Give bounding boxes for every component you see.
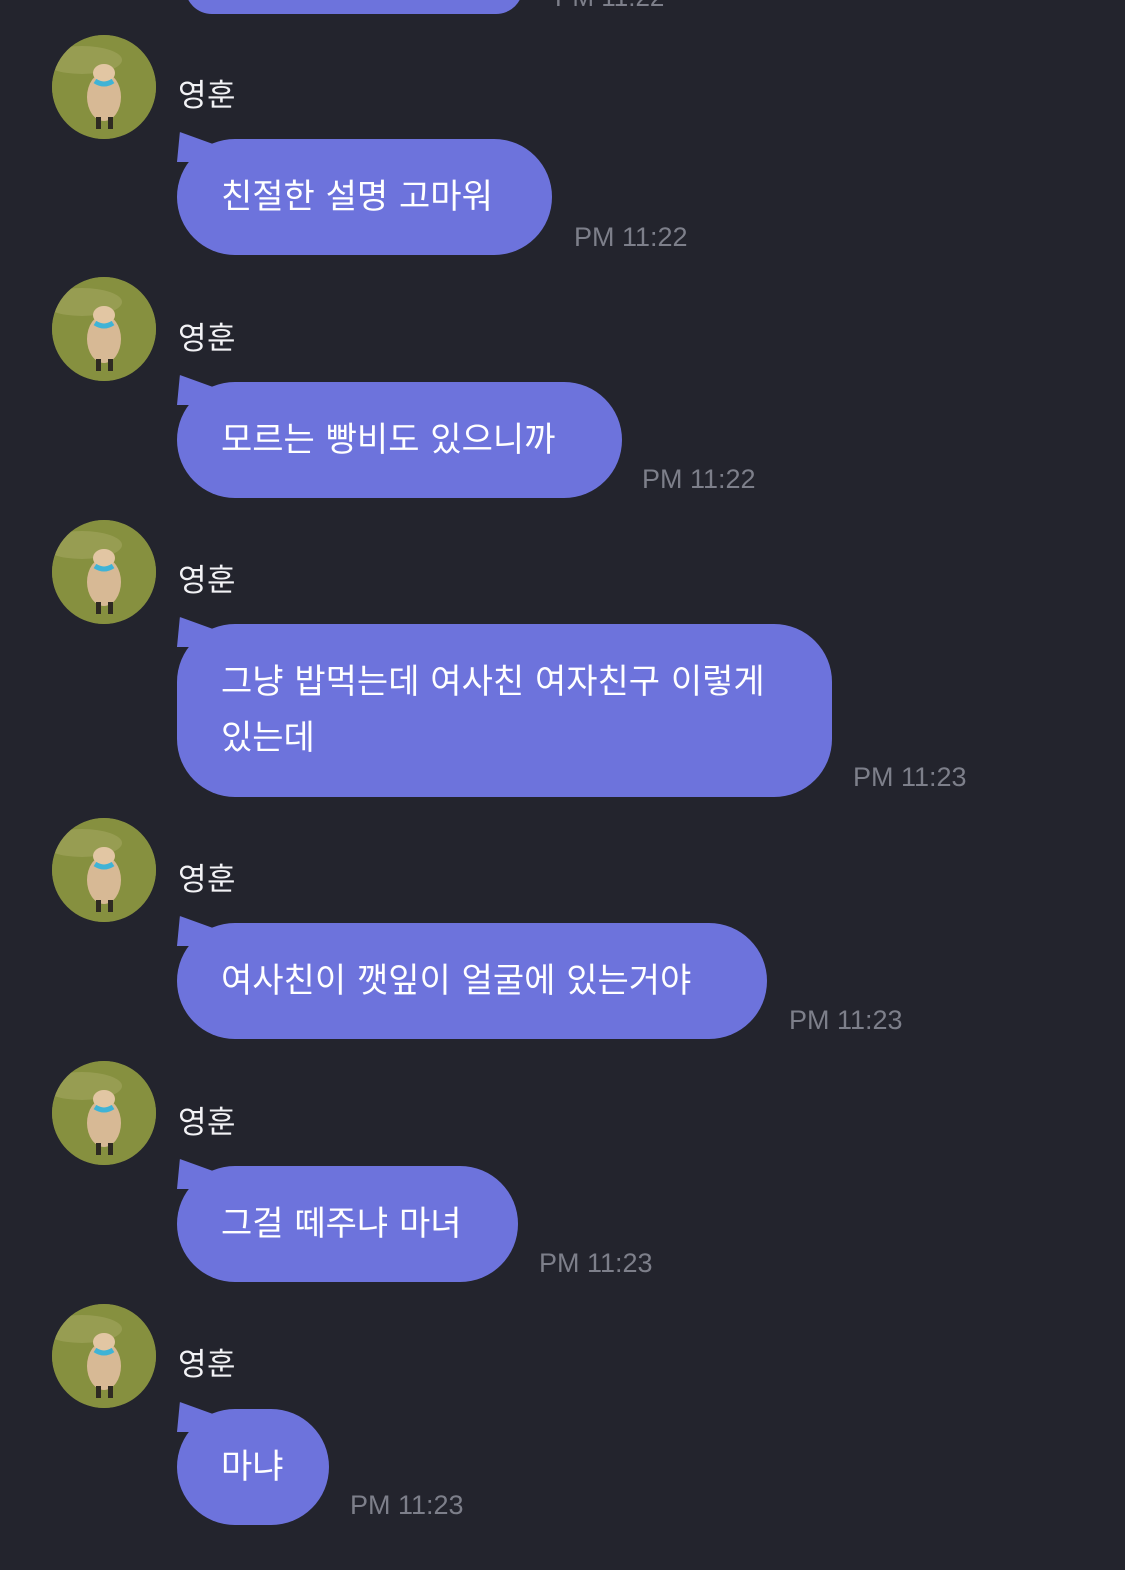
- message-bubble[interactable]: 여사친이 깻잎이 얼굴에 있는거야: [177, 923, 767, 1039]
- message-bubble[interactable]: 그냥 밥먹는데 여사친 여자친구 이렇게 있는데: [177, 624, 832, 797]
- sender-avatar[interactable]: [52, 818, 156, 922]
- message-timestamp: PM 11:23: [539, 1248, 653, 1278]
- message-timestamp: PM 11:23: [789, 1005, 903, 1035]
- message-text: 마냐: [221, 1447, 284, 1487]
- sender-avatar[interactable]: [52, 1304, 156, 1408]
- dog-avatar-icon: [52, 35, 156, 139]
- sender-name: 영훈: [178, 563, 237, 599]
- sender-avatar[interactable]: [52, 520, 156, 624]
- message-text: 모르는 빵비도 있으니까: [221, 420, 556, 460]
- message-timestamp: PM 11:22: [642, 464, 756, 494]
- sender-avatar[interactable]: [52, 277, 156, 381]
- sender-avatar[interactable]: [52, 35, 156, 139]
- message-text: 여사친이 깻잎이 얼굴에 있는거야: [221, 961, 692, 1001]
- dog-avatar-icon: [52, 818, 156, 922]
- sender-name: 영훈: [178, 862, 237, 898]
- message-bubble[interactable]: 그걸 떼주냐 마녀: [177, 1166, 518, 1282]
- message-timestamp-previous: PM 11:22: [555, 0, 664, 13]
- message-text: 그냥 밥먹는데 여사친 여자친구 이렇게 있는데: [221, 662, 765, 758]
- message-timestamp: PM 11:23: [853, 762, 967, 792]
- dog-avatar-icon: [52, 277, 156, 381]
- sender-name: 영훈: [178, 1347, 237, 1383]
- chat-message-list[interactable]: PM 11:22 영훈 친절한 설명 고마워 PM 11:22 영훈 모르는: [0, 0, 1125, 1570]
- message-bubble-previous[interactable]: [185, 0, 523, 14]
- sender-name: 영훈: [178, 321, 237, 357]
- sender-name: 영훈: [178, 1105, 237, 1141]
- message-timestamp: PM 11:23: [350, 1490, 464, 1520]
- message-text: 그걸 떼주냐 마녀: [221, 1204, 462, 1244]
- message-timestamp: PM 11:22: [574, 222, 688, 252]
- sender-avatar[interactable]: [52, 1061, 156, 1165]
- dog-avatar-icon: [52, 1304, 156, 1408]
- dog-avatar-icon: [52, 1061, 156, 1165]
- message-bubble[interactable]: 모르는 빵비도 있으니까: [177, 382, 622, 498]
- dog-avatar-icon: [52, 520, 156, 624]
- message-text: 친절한 설명 고마워: [221, 177, 493, 217]
- message-bubble[interactable]: 마냐: [177, 1409, 329, 1525]
- message-bubble[interactable]: 친절한 설명 고마워: [177, 139, 552, 255]
- sender-name: 영훈: [178, 78, 237, 114]
